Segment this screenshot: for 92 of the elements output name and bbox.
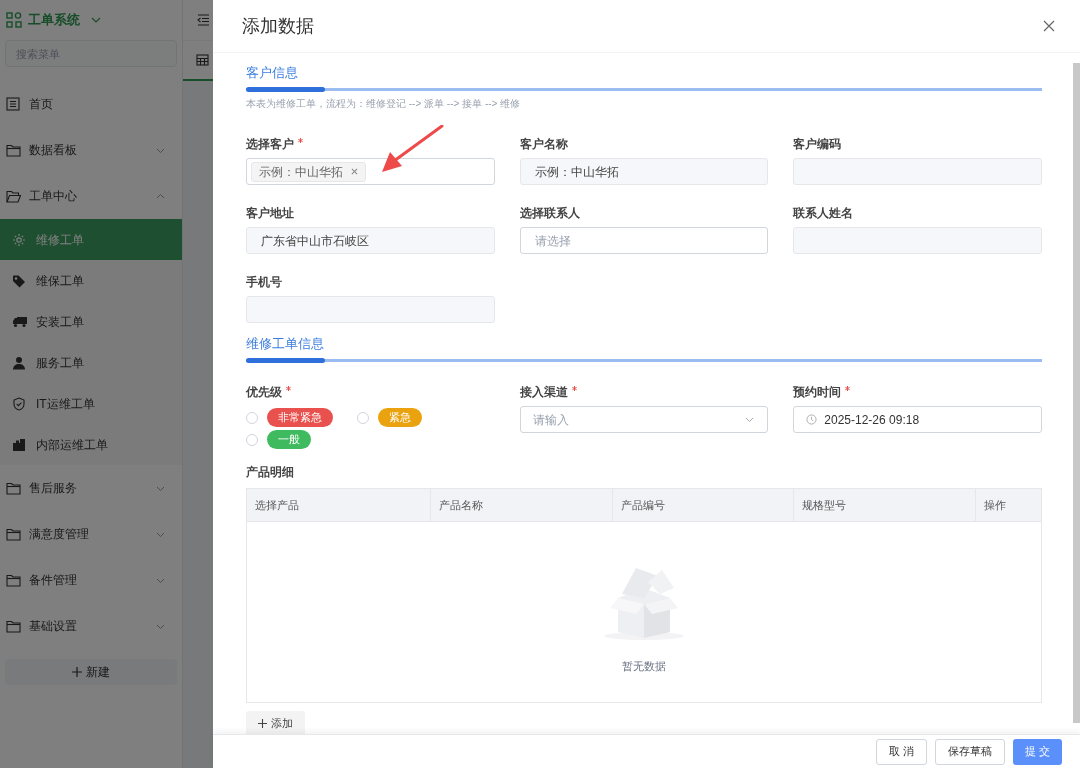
menu-item[interactable]: 工单中心 (0, 173, 182, 219)
menu-label: 售后服务 (29, 480, 77, 497)
empty-text: 暂无数据 (622, 658, 666, 674)
radio-button[interactable] (246, 411, 258, 424)
menu-label: IT运维工单 (36, 395, 95, 413)
person-icon (12, 355, 28, 370)
footer-button[interactable]: 取 消 (875, 738, 927, 765)
field-label: 预约时间 (793, 384, 842, 401)
shield-icon (12, 396, 28, 411)
submenu-item[interactable]: 内部运维工单 (0, 424, 182, 465)
submenu-item[interactable]: 安装工单 (0, 301, 182, 342)
menu-label: 维保工单 (36, 272, 84, 290)
folder-icon (6, 619, 21, 633)
column-header: 选择产品 (247, 489, 431, 521)
menu-item[interactable]: 满意度管理 (0, 511, 182, 557)
date-time-field[interactable]: 2025-12-26 09:18 (793, 406, 1042, 433)
field-label: 选择客户 (246, 136, 294, 153)
submenu-item[interactable]: IT运维工单 (0, 383, 182, 424)
clock-icon (806, 414, 818, 425)
required-icon (298, 138, 303, 143)
field-label: 接入渠道 (519, 384, 568, 401)
menu-item[interactable]: 数据看板 (0, 127, 182, 173)
submenu-item[interactable]: 维修工单 (0, 219, 182, 260)
menu-label: 备件管理 (29, 572, 77, 589)
column-header: 产品名称 (431, 489, 613, 521)
menu-label: 维修工单 (36, 231, 84, 249)
field-label: 客户名称 (519, 136, 568, 153)
field-label: 客户地址 (246, 205, 294, 222)
radio-button[interactable] (246, 433, 258, 446)
required-icon (286, 386, 291, 391)
apps-icon (6, 12, 22, 28)
priority-tag: 非常紧急 (267, 408, 333, 427)
folder-icon (6, 143, 21, 157)
menu-label: 工单中心 (29, 188, 77, 205)
drawer-title: 添加数据 (242, 14, 314, 38)
menu-item[interactable]: 首页 (0, 81, 182, 127)
priority-tag: 一般 (267, 430, 311, 449)
list-icon (6, 97, 21, 111)
field-label: 联系人姓名 (793, 205, 854, 222)
column-header: 规格型号 (794, 489, 976, 521)
submenu-item[interactable]: 服务工单 (0, 342, 182, 383)
folder-icon (6, 189, 21, 203)
gear-icon (12, 232, 28, 247)
readonly-field: 广东省中山市石岐区 (246, 227, 495, 254)
scrollbar[interactable] (1073, 63, 1080, 723)
menu-label: 满意度管理 (29, 526, 89, 543)
menu-item[interactable]: 备件管理 (0, 557, 182, 603)
menu-item[interactable]: 基础设置 (0, 603, 182, 649)
form-note: 本表为维修工单，流程为：维修登记 --> 派单 --> 接单 --> 维修 (246, 97, 522, 111)
folder-icon (6, 481, 21, 495)
plus-icon (72, 667, 82, 677)
folder-icon (6, 527, 21, 541)
menu-fold-icon (197, 14, 210, 26)
menu-label: 服务工单 (36, 354, 84, 372)
add-button[interactable]: 添加 (246, 711, 305, 734)
menu-label: 数据看板 (29, 142, 77, 159)
customer-select[interactable]: 示例：中山华拓 (246, 158, 495, 185)
table-icon (196, 54, 209, 66)
brand-title[interactable]: 工单系统 (28, 10, 80, 30)
submenu-item[interactable]: 维保工单 (0, 260, 182, 301)
required-icon (845, 386, 851, 391)
priority-tag: 紧急 (378, 408, 422, 427)
select-field[interactable]: 请输入 (519, 406, 769, 433)
close-button[interactable] (1042, 19, 1056, 33)
menu-label: 内部运维工单 (36, 436, 108, 454)
required-icon (571, 386, 577, 391)
arrow-annotation (382, 125, 444, 172)
folder-icon (6, 573, 21, 587)
column-header: 产品编号 (613, 489, 794, 521)
readonly-field: 示例：中山华拓 (519, 158, 769, 185)
input-field[interactable]: 请选择 (519, 227, 769, 254)
column-header: 操作 (983, 497, 1007, 513)
close-icon[interactable] (351, 168, 358, 175)
field-label: 产品明细 (246, 464, 295, 481)
new-button[interactable]: 新建 (5, 659, 177, 685)
tag-icon (12, 273, 28, 288)
field-label: 客户编码 (793, 136, 842, 153)
radio-button[interactable] (357, 411, 369, 424)
footer-button[interactable]: 保存草稿 (934, 738, 1005, 765)
plus-icon (258, 719, 267, 728)
tag-chip[interactable]: 示例：中山华拓 (251, 161, 366, 182)
section-title: 客户信息 (246, 65, 299, 81)
field-label: 手机号 (246, 274, 282, 291)
menu-label: 安装工单 (36, 313, 84, 331)
field-label: 优先级 (246, 384, 282, 401)
menu-item[interactable]: 售后服务 (0, 465, 182, 511)
menu-label: 首页 (29, 96, 53, 113)
field-label: 选择联系人 (519, 205, 580, 222)
section-title: 维修工单信息 (246, 336, 325, 352)
menu-label: 基础设置 (29, 618, 77, 635)
truck-icon (12, 314, 28, 329)
submit-button[interactable]: 提 交 (1012, 738, 1062, 765)
